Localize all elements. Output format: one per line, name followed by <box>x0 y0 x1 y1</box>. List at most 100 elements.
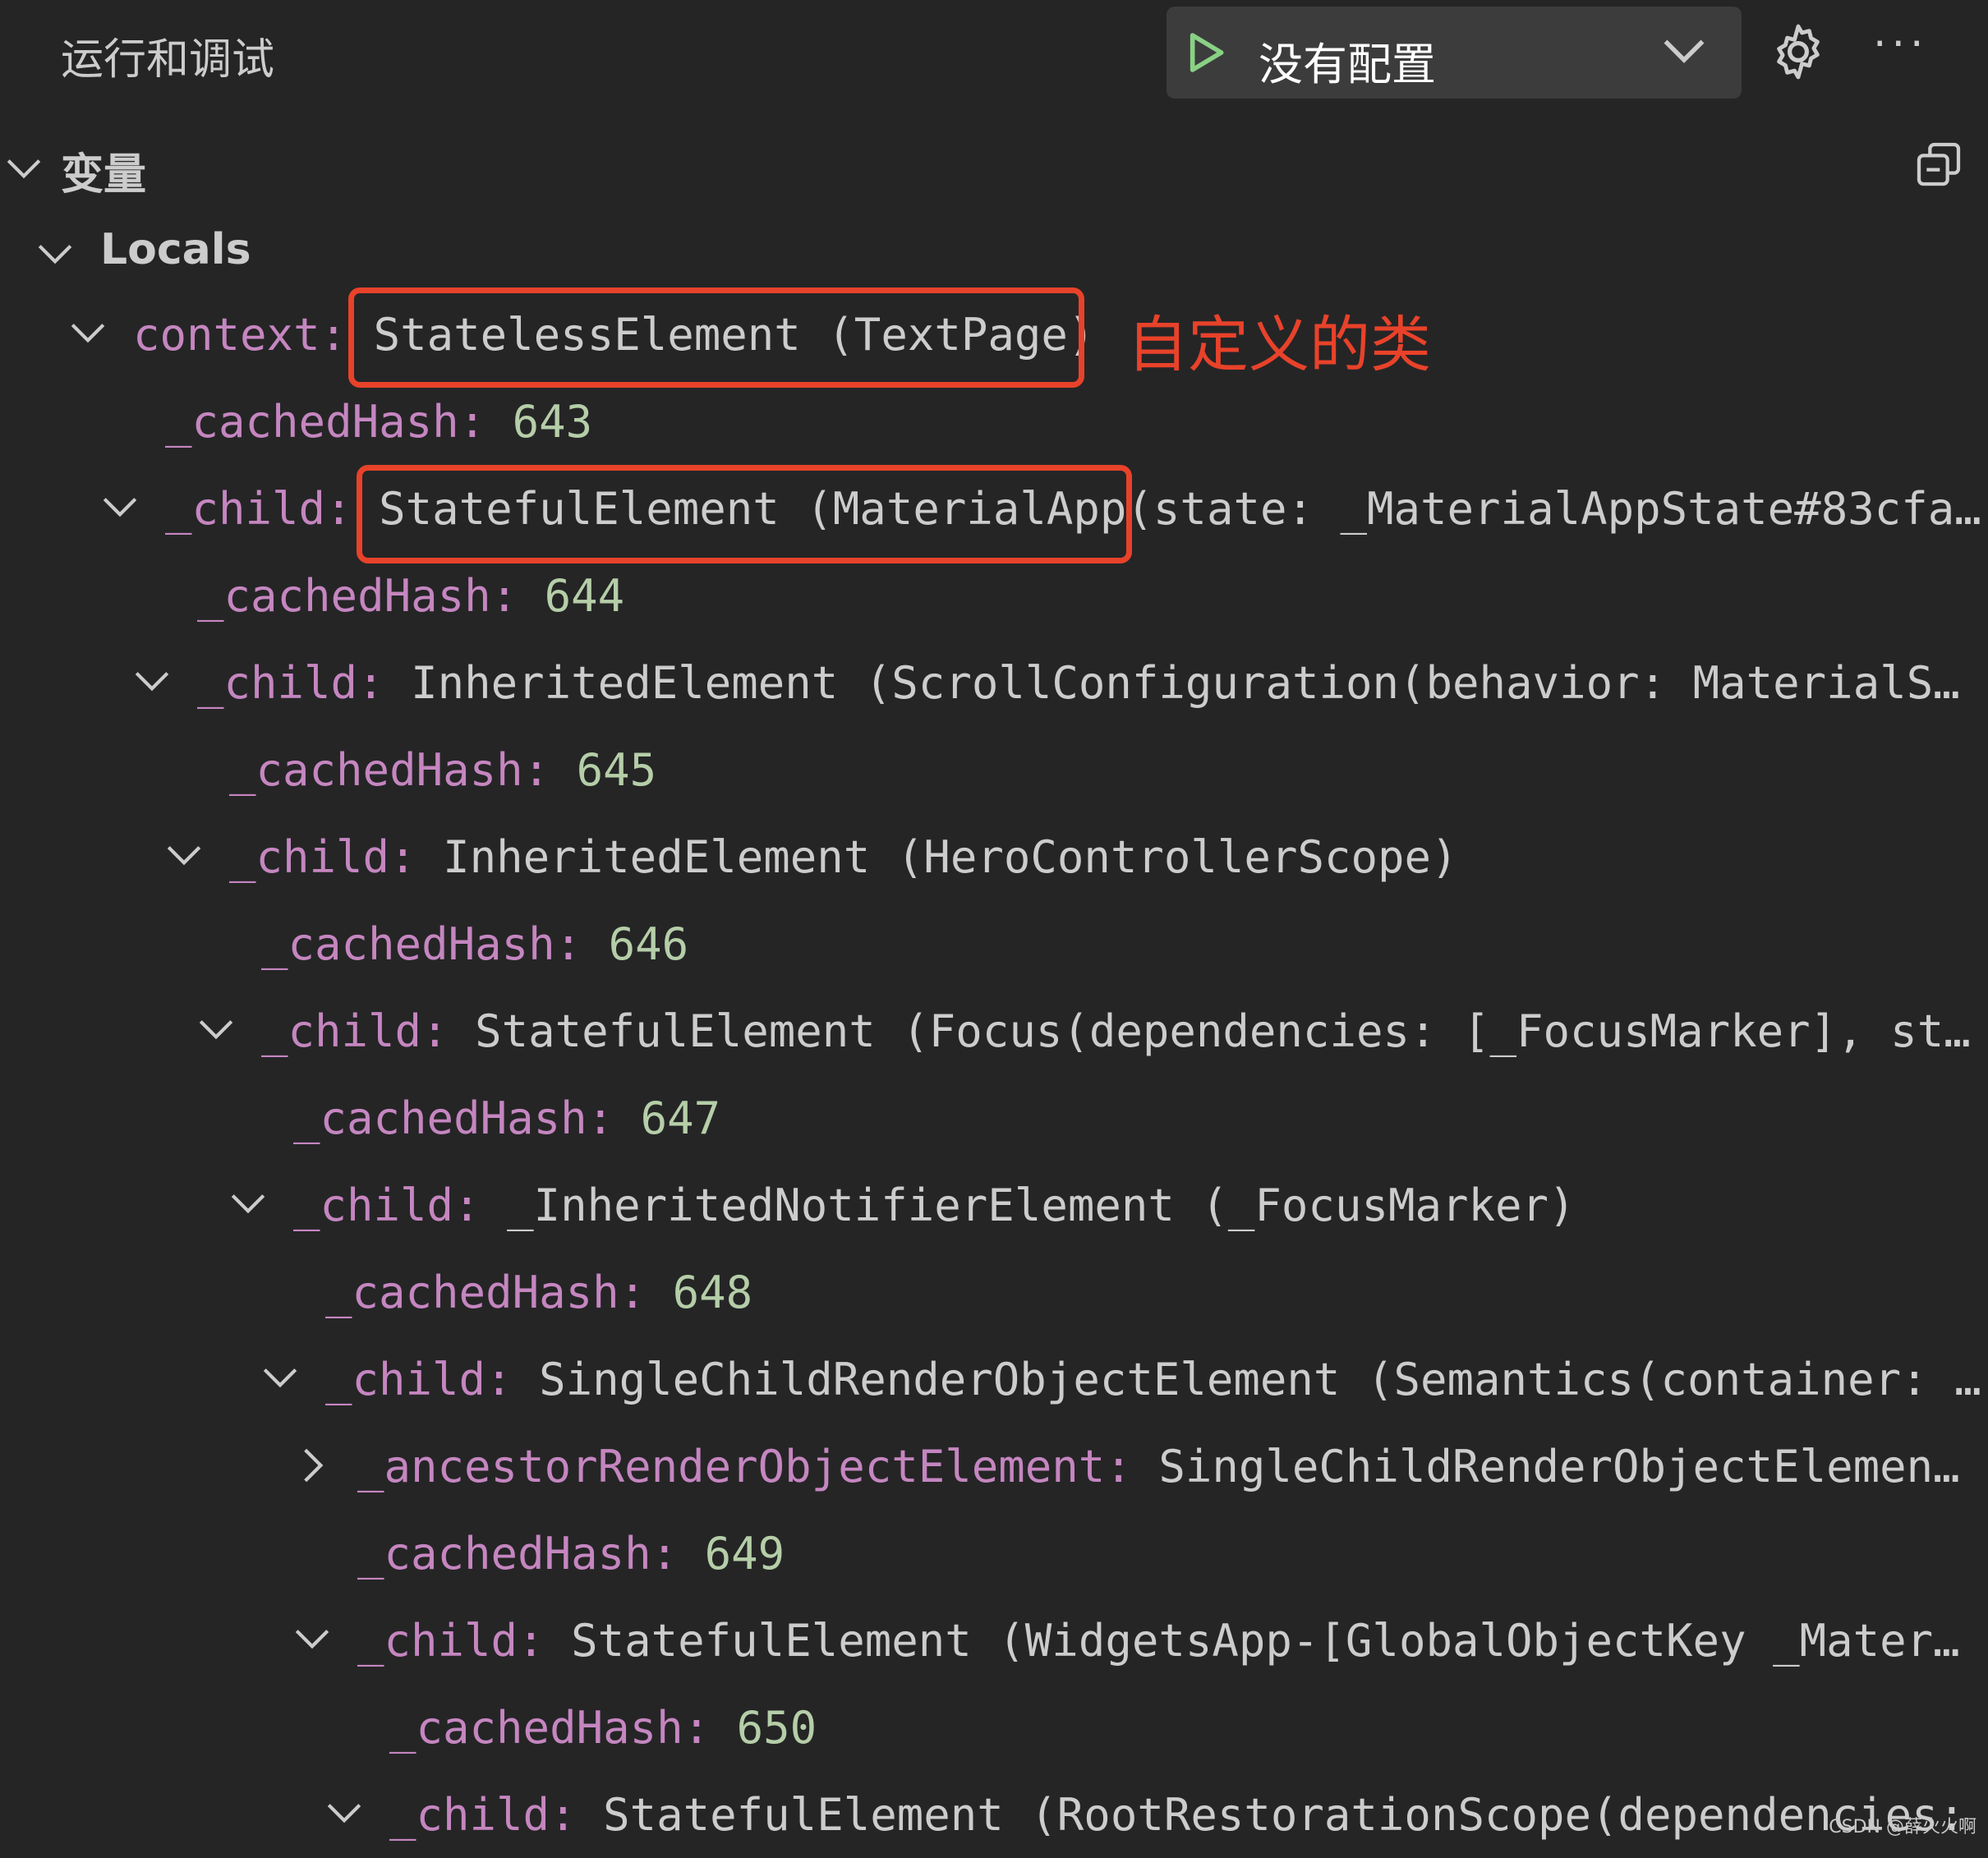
variable-entry: _ancestorRenderObjectElement: SingleChil… <box>357 1424 1983 1510</box>
variable-row-object[interactable]: _child: StatefulElement (WidgetsApp-[Glo… <box>0 1598 1988 1684</box>
variable-name: context <box>133 309 320 361</box>
variable-value: 643 <box>512 396 593 448</box>
chevron-right-icon[interactable] <box>292 1447 333 1483</box>
variable-value: StatefulElement (WidgetsApp-[GlobalObjec… <box>571 1615 1983 1667</box>
variable-entry: _cachedHash: 643 <box>165 379 1983 465</box>
variable-value: 645 <box>576 744 657 796</box>
variable-entry: _cachedHash: 650 <box>389 1686 1983 1771</box>
variable-entry: _cachedHash: 647 <box>293 1076 1983 1161</box>
more-actions-icon[interactable]: ··· <box>1873 20 1929 69</box>
chevron-down-icon <box>38 245 72 264</box>
variable-name: _cachedHash <box>261 918 555 970</box>
variable-row-object[interactable]: _child: SingleChildRenderObjectElement (… <box>0 1337 1988 1423</box>
separator: : <box>550 1789 604 1841</box>
collapse-all-icon[interactable] <box>1912 138 1965 191</box>
variables-section-header[interactable]: 变量 <box>0 135 1988 200</box>
chevron-down-icon[interactable] <box>196 1012 237 1048</box>
variable-row-object[interactable]: _child: StatefulElement (Focus(dependenc… <box>0 989 1988 1074</box>
variable-entry: _cachedHash: 648 <box>325 1250 1983 1336</box>
variable-name: _cachedHash <box>229 744 523 796</box>
variable-name: _child <box>197 657 358 709</box>
separator: : <box>389 831 444 883</box>
variable-entry: _child: SingleChildRenderObjectElement (… <box>325 1337 1983 1423</box>
separator: : <box>490 570 545 622</box>
separator: : <box>587 1092 641 1144</box>
highlight-box-child <box>357 465 1132 563</box>
variable-row-number[interactable]: _cachedHash: 646 <box>0 902 1988 987</box>
chevron-down-icon[interactable] <box>260 1360 301 1396</box>
variable-row-number[interactable]: _cachedHash: 644 <box>0 554 1988 639</box>
variable-entry: _child: InheritedElement (HeroController… <box>229 815 1983 900</box>
variable-row-number[interactable]: _cachedHash: 645 <box>0 728 1988 813</box>
variable-entry: _child: StatefulElement (Focus(dependenc… <box>261 989 1983 1074</box>
variable-entry: _child: _InheritedNotifierElement (_Focu… <box>293 1163 1983 1249</box>
separator: : <box>357 657 412 709</box>
variable-row-number[interactable]: _cachedHash: 647 <box>0 1076 1988 1161</box>
variable-value: 644 <box>544 570 625 622</box>
variable-value: StatefulElement (Focus(dependencies: [_F… <box>475 1005 1983 1057</box>
chevron-down-icon[interactable] <box>99 490 140 526</box>
variable-name: _cachedHash <box>165 396 459 448</box>
chevron-down-icon[interactable] <box>1659 31 1709 72</box>
scope-locals[interactable]: Locals <box>0 222 1988 287</box>
gear-icon[interactable] <box>1766 20 1830 84</box>
variable-entry: _child: StatefulElement (WidgetsApp-[Glo… <box>357 1598 1983 1684</box>
separator: : <box>458 396 513 448</box>
variable-value: 650 <box>736 1702 817 1754</box>
variable-name: _cachedHash <box>357 1528 651 1580</box>
variable-name: _child <box>165 483 326 535</box>
variable-name: _cachedHash <box>325 1267 619 1318</box>
highlight-box-context <box>348 287 1084 388</box>
variable-row-number[interactable]: _cachedHash: 643 <box>0 379 1988 465</box>
variable-row-object[interactable]: _child: InheritedElement (HeroController… <box>0 815 1988 900</box>
variable-name: _cachedHash <box>389 1702 683 1754</box>
variable-row-object[interactable]: _child: InheritedElement (ScrollConfigur… <box>0 641 1988 726</box>
chevron-down-icon[interactable] <box>67 315 108 352</box>
separator: : <box>453 1180 508 1231</box>
variable-value: InheritedElement (ScrollConfiguration(be… <box>411 657 1983 709</box>
variable-entry: _cachedHash: 646 <box>261 902 1983 987</box>
scope-label: Locals <box>100 225 251 274</box>
start-debugging-icon[interactable] <box>1183 30 1229 76</box>
separator: : <box>518 1615 572 1667</box>
variable-value: StatefulElement (RootRestorationScope(de… <box>603 1789 1966 1841</box>
variable-row-number[interactable]: _cachedHash: 650 <box>0 1686 1988 1771</box>
variable-name: _child <box>357 1615 518 1667</box>
separator: : <box>651 1528 705 1580</box>
separator: : <box>522 744 577 796</box>
chevron-down-icon[interactable] <box>163 838 205 874</box>
chevron-down-icon[interactable] <box>228 1186 269 1222</box>
variable-value: 648 <box>672 1267 753 1318</box>
variable-name: _child <box>293 1180 454 1231</box>
variable-value: _InheritedNotifierElement (_FocusMarker) <box>507 1180 1576 1231</box>
variable-value: InheritedElement (HeroControllerScope) <box>443 831 1458 883</box>
variable-row-number[interactable]: _cachedHash: 648 <box>0 1250 1988 1336</box>
separator: : <box>683 1702 737 1754</box>
variable-value: 647 <box>640 1092 721 1144</box>
run-config-dropdown[interactable]: 没有配置 <box>1167 7 1742 99</box>
variable-name: _child <box>229 831 390 883</box>
separator: : <box>1105 1441 1159 1492</box>
chevron-down-icon[interactable] <box>292 1621 333 1658</box>
variable-value: 649 <box>704 1528 785 1580</box>
variable-row-object[interactable]: _ancestorRenderObjectElement: SingleChil… <box>0 1424 1988 1510</box>
variable-row-object[interactable]: _child: StatefulElement (RootRestoration… <box>0 1773 1988 1858</box>
variable-row-number[interactable]: _cachedHash: 649 <box>0 1511 1988 1597</box>
separator: : <box>619 1267 673 1318</box>
chevron-down-icon[interactable] <box>131 664 173 700</box>
chevron-down-icon <box>7 159 41 179</box>
chevron-down-icon[interactable] <box>324 1796 365 1832</box>
watermark: CSDN @薛火火啊 <box>1829 1817 1976 1837</box>
separator: : <box>555 918 609 970</box>
variable-name: _child <box>261 1005 422 1057</box>
annotation-label: 自定义的类 <box>1127 310 1431 380</box>
variable-name: _ancestorRenderObjectElement <box>357 1441 1106 1492</box>
variable-entry: _cachedHash: 649 <box>357 1511 1983 1597</box>
variables-section-label: 变量 <box>61 150 147 200</box>
variable-entry: _child: StatefulElement (RootRestoration… <box>389 1773 1983 1858</box>
variable-name: _cachedHash <box>293 1092 587 1144</box>
variable-row-object[interactable]: _child: _InheritedNotifierElement (_Focu… <box>0 1163 1988 1249</box>
variable-value: SingleChildRenderObjectElement (Semantic… <box>539 1354 1983 1405</box>
separator: : <box>485 1354 540 1405</box>
variable-name: _child <box>325 1354 486 1405</box>
